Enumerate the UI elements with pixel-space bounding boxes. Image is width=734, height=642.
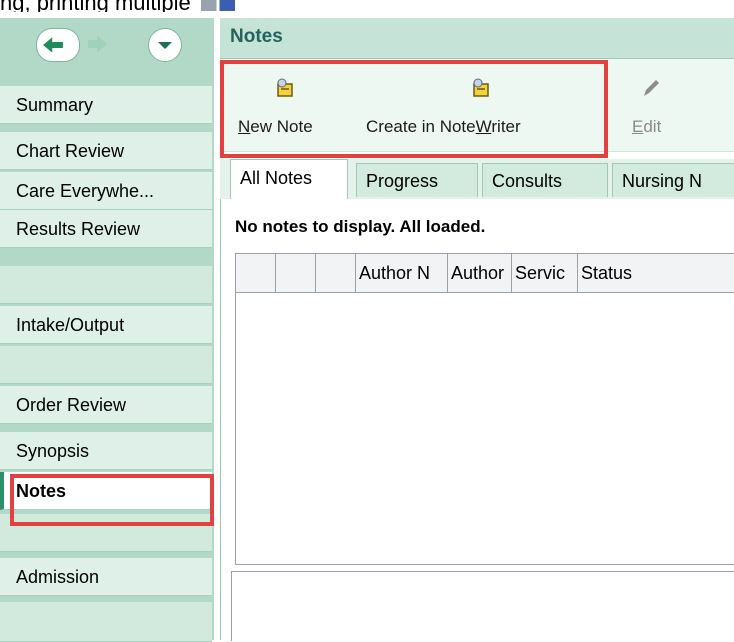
column-header-service[interactable]: Servic [512, 254, 578, 292]
new-note-label: New Note [238, 117, 313, 136]
new-note-button[interactable]: New Note [224, 59, 348, 151]
column-header-author-name[interactable]: Author N [356, 254, 448, 292]
all-notes-panel: No notes to display. All loaded. Author … [220, 199, 734, 641]
column-header-flag-3[interactable] [316, 254, 356, 292]
window-caption-text: ng, printing multiple [0, 0, 191, 12]
forward-button[interactable] [82, 28, 107, 60]
sidebar-item-care-everywhere[interactable]: Care Everywhe... [0, 172, 212, 210]
column-header-flag-1[interactable] [236, 254, 276, 292]
sidebar-item-label: Results Review [16, 219, 141, 239]
column-header-flag-2[interactable] [276, 254, 316, 292]
forward-arrow-icon [88, 35, 107, 53]
sidebar-item-summary[interactable]: Summary [0, 86, 212, 124]
sidebar-spacer [0, 346, 212, 384]
create-in-notewriter-button[interactable]: Create in NoteWriter [360, 59, 598, 151]
tab-all-notes[interactable]: All Notes [230, 159, 348, 199]
sidebar-item-label: Summary [16, 95, 94, 115]
navigation-header [0, 18, 214, 74]
activity-header: Notes [220, 18, 734, 59]
activity-menu-button[interactable] [148, 28, 182, 62]
window-caption: ng, printing multiple [0, 0, 734, 12]
notes-status-text: No notes to display. All loaded. [235, 217, 486, 236]
sidebar-item-label: Order Review [16, 395, 127, 415]
new-note-icon [277, 78, 293, 97]
column-header-author[interactable]: Author [448, 254, 512, 292]
pencil-icon [644, 80, 659, 96]
sidebar-spacer [0, 514, 212, 552]
page-title: Notes [230, 26, 283, 47]
sidebar-item-label: Admission [16, 567, 100, 587]
sidebar-item-label: Synopsis [16, 441, 90, 461]
notes-tabs: All Notes Progress Consults Nursing N [220, 159, 734, 199]
notes-activity: Notes New Note Create in NoteWriter Edit [220, 18, 734, 641]
chevron-down-icon [158, 42, 172, 49]
sidebar-item-admission[interactable]: Admission [0, 558, 212, 596]
sidebar-item-label: Notes [16, 481, 67, 501]
tab-consults[interactable]: Consults [482, 163, 608, 197]
caption-icons [200, 0, 235, 12]
column-header-status[interactable]: Status [578, 254, 724, 292]
sidebar-item-results-review[interactable]: Results Review [0, 210, 212, 248]
notewriter-icon [473, 78, 489, 97]
sidebar-item-notes[interactable]: Notes [0, 472, 212, 510]
tab-progress[interactable]: Progress [356, 163, 478, 197]
sidebar-spacer [0, 602, 212, 642]
create-in-notewriter-label: Create in NoteWriter [366, 117, 521, 136]
sidebar-item-intake-output[interactable]: Intake/Output [0, 306, 212, 344]
back-button[interactable] [36, 28, 80, 62]
notes-toolbar: New Note Create in NoteWriter Edit [220, 59, 734, 152]
sidebar-item-label: Chart Review [16, 141, 125, 161]
sidebar-spacer [0, 266, 212, 304]
sidebar-item-order-review[interactable]: Order Review [0, 386, 212, 424]
note-preview-pane [231, 571, 734, 641]
notes-table-header: Author N Author Servic Status [236, 254, 734, 293]
activity-sidebar: Summary Chart Review Care Everywhe... Re… [0, 18, 214, 642]
edit-button[interactable]: Edit [616, 59, 686, 151]
sidebar-item-label: Intake/Output [16, 315, 125, 335]
tab-nursing-notes[interactable]: Nursing N [612, 163, 734, 197]
edit-label: Edit [632, 117, 662, 136]
sidebar-item-chart-review[interactable]: Chart Review [0, 132, 212, 170]
sidebar-item-synopsis[interactable]: Synopsis [0, 432, 212, 470]
notes-table[interactable]: Author N Author Servic Status [235, 253, 734, 565]
back-arrow-icon [43, 37, 63, 53]
sidebar-item-label: Care Everywhe... [16, 181, 155, 201]
